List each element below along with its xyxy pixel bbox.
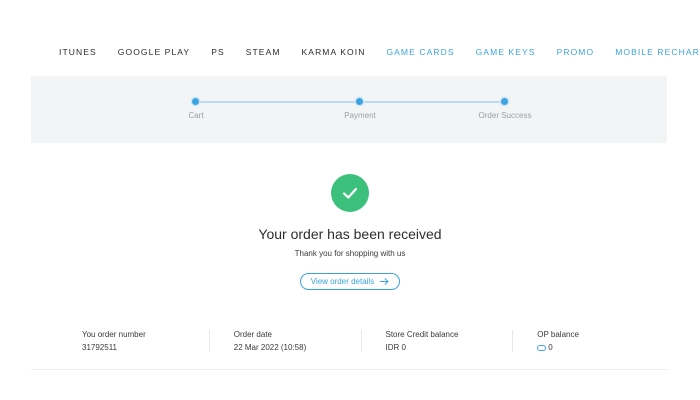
nav-item-ps[interactable]: PS	[211, 47, 225, 57]
nav-item-promo[interactable]: PROMO	[557, 47, 595, 57]
step-dot-cart	[192, 98, 199, 105]
order-number-label: You order number	[82, 330, 146, 339]
order-date-column: Order date 22 Mar 2022 (10:58)	[208, 330, 361, 352]
stepper-line-cart-payment	[196, 101, 360, 103]
nav-item-steam[interactable]: STEAM	[246, 47, 281, 57]
nav-item-mobile-recharge[interactable]: MOBILE RECHARGE	[615, 47, 700, 57]
store-credit-value: IDR 0	[385, 343, 406, 352]
divider	[31, 369, 667, 370]
nav-item-game-cards[interactable]: GAME CARDS	[386, 47, 454, 57]
top-nav: ITUNES GOOGLE PLAY PS STEAM KARMA KOIN G…	[59, 47, 700, 57]
step-label-cart: Cart	[188, 111, 204, 120]
nav-item-google-play[interactable]: GOOGLE PLAY	[118, 47, 190, 57]
order-summary: You order number 31792511 Order date 22 …	[58, 330, 664, 352]
op-balance-value-row: 0	[537, 343, 664, 352]
arrow-right-icon	[380, 278, 389, 285]
check-icon	[331, 174, 369, 212]
step-label-payment: Payment	[344, 111, 376, 120]
order-number-value: 31792511	[82, 343, 117, 352]
store-credit-column: Store Credit balance IDR 0	[360, 330, 513, 352]
nav-item-itunes[interactable]: ITUNES	[59, 47, 97, 57]
nav-item-game-keys[interactable]: GAME KEYS	[476, 47, 536, 57]
order-number-column: You order number 31792511	[58, 330, 209, 352]
step-dot-payment	[356, 98, 363, 105]
nav-item-karma-koin[interactable]: KARMA KOIN	[302, 47, 366, 57]
store-credit-label: Store Credit balance	[385, 330, 459, 339]
order-success-panel: Your order has been received Thank you f…	[0, 174, 700, 290]
op-balance-label: OP balance	[537, 330, 579, 339]
page-title: Your order has been received	[258, 226, 442, 242]
view-order-details-label: View order details	[310, 277, 375, 286]
page-subtitle: Thank you for shopping with us	[294, 249, 406, 258]
order-date-value: 22 Mar 2022 (10:58)	[233, 343, 307, 352]
step-label-order-success: Order Success	[478, 111, 532, 120]
step-dot-order-success	[501, 98, 508, 105]
op-balance-value: 0	[548, 343, 553, 352]
view-order-details-button[interactable]: View order details	[299, 273, 401, 290]
order-date-label: Order date	[233, 330, 272, 339]
checkout-stepper: Cart Payment Order Success	[31, 76, 667, 143]
op-coin-icon	[537, 344, 547, 351]
stepper-line-payment-success	[360, 101, 505, 103]
op-balance-column: OP balance 0	[512, 330, 664, 352]
